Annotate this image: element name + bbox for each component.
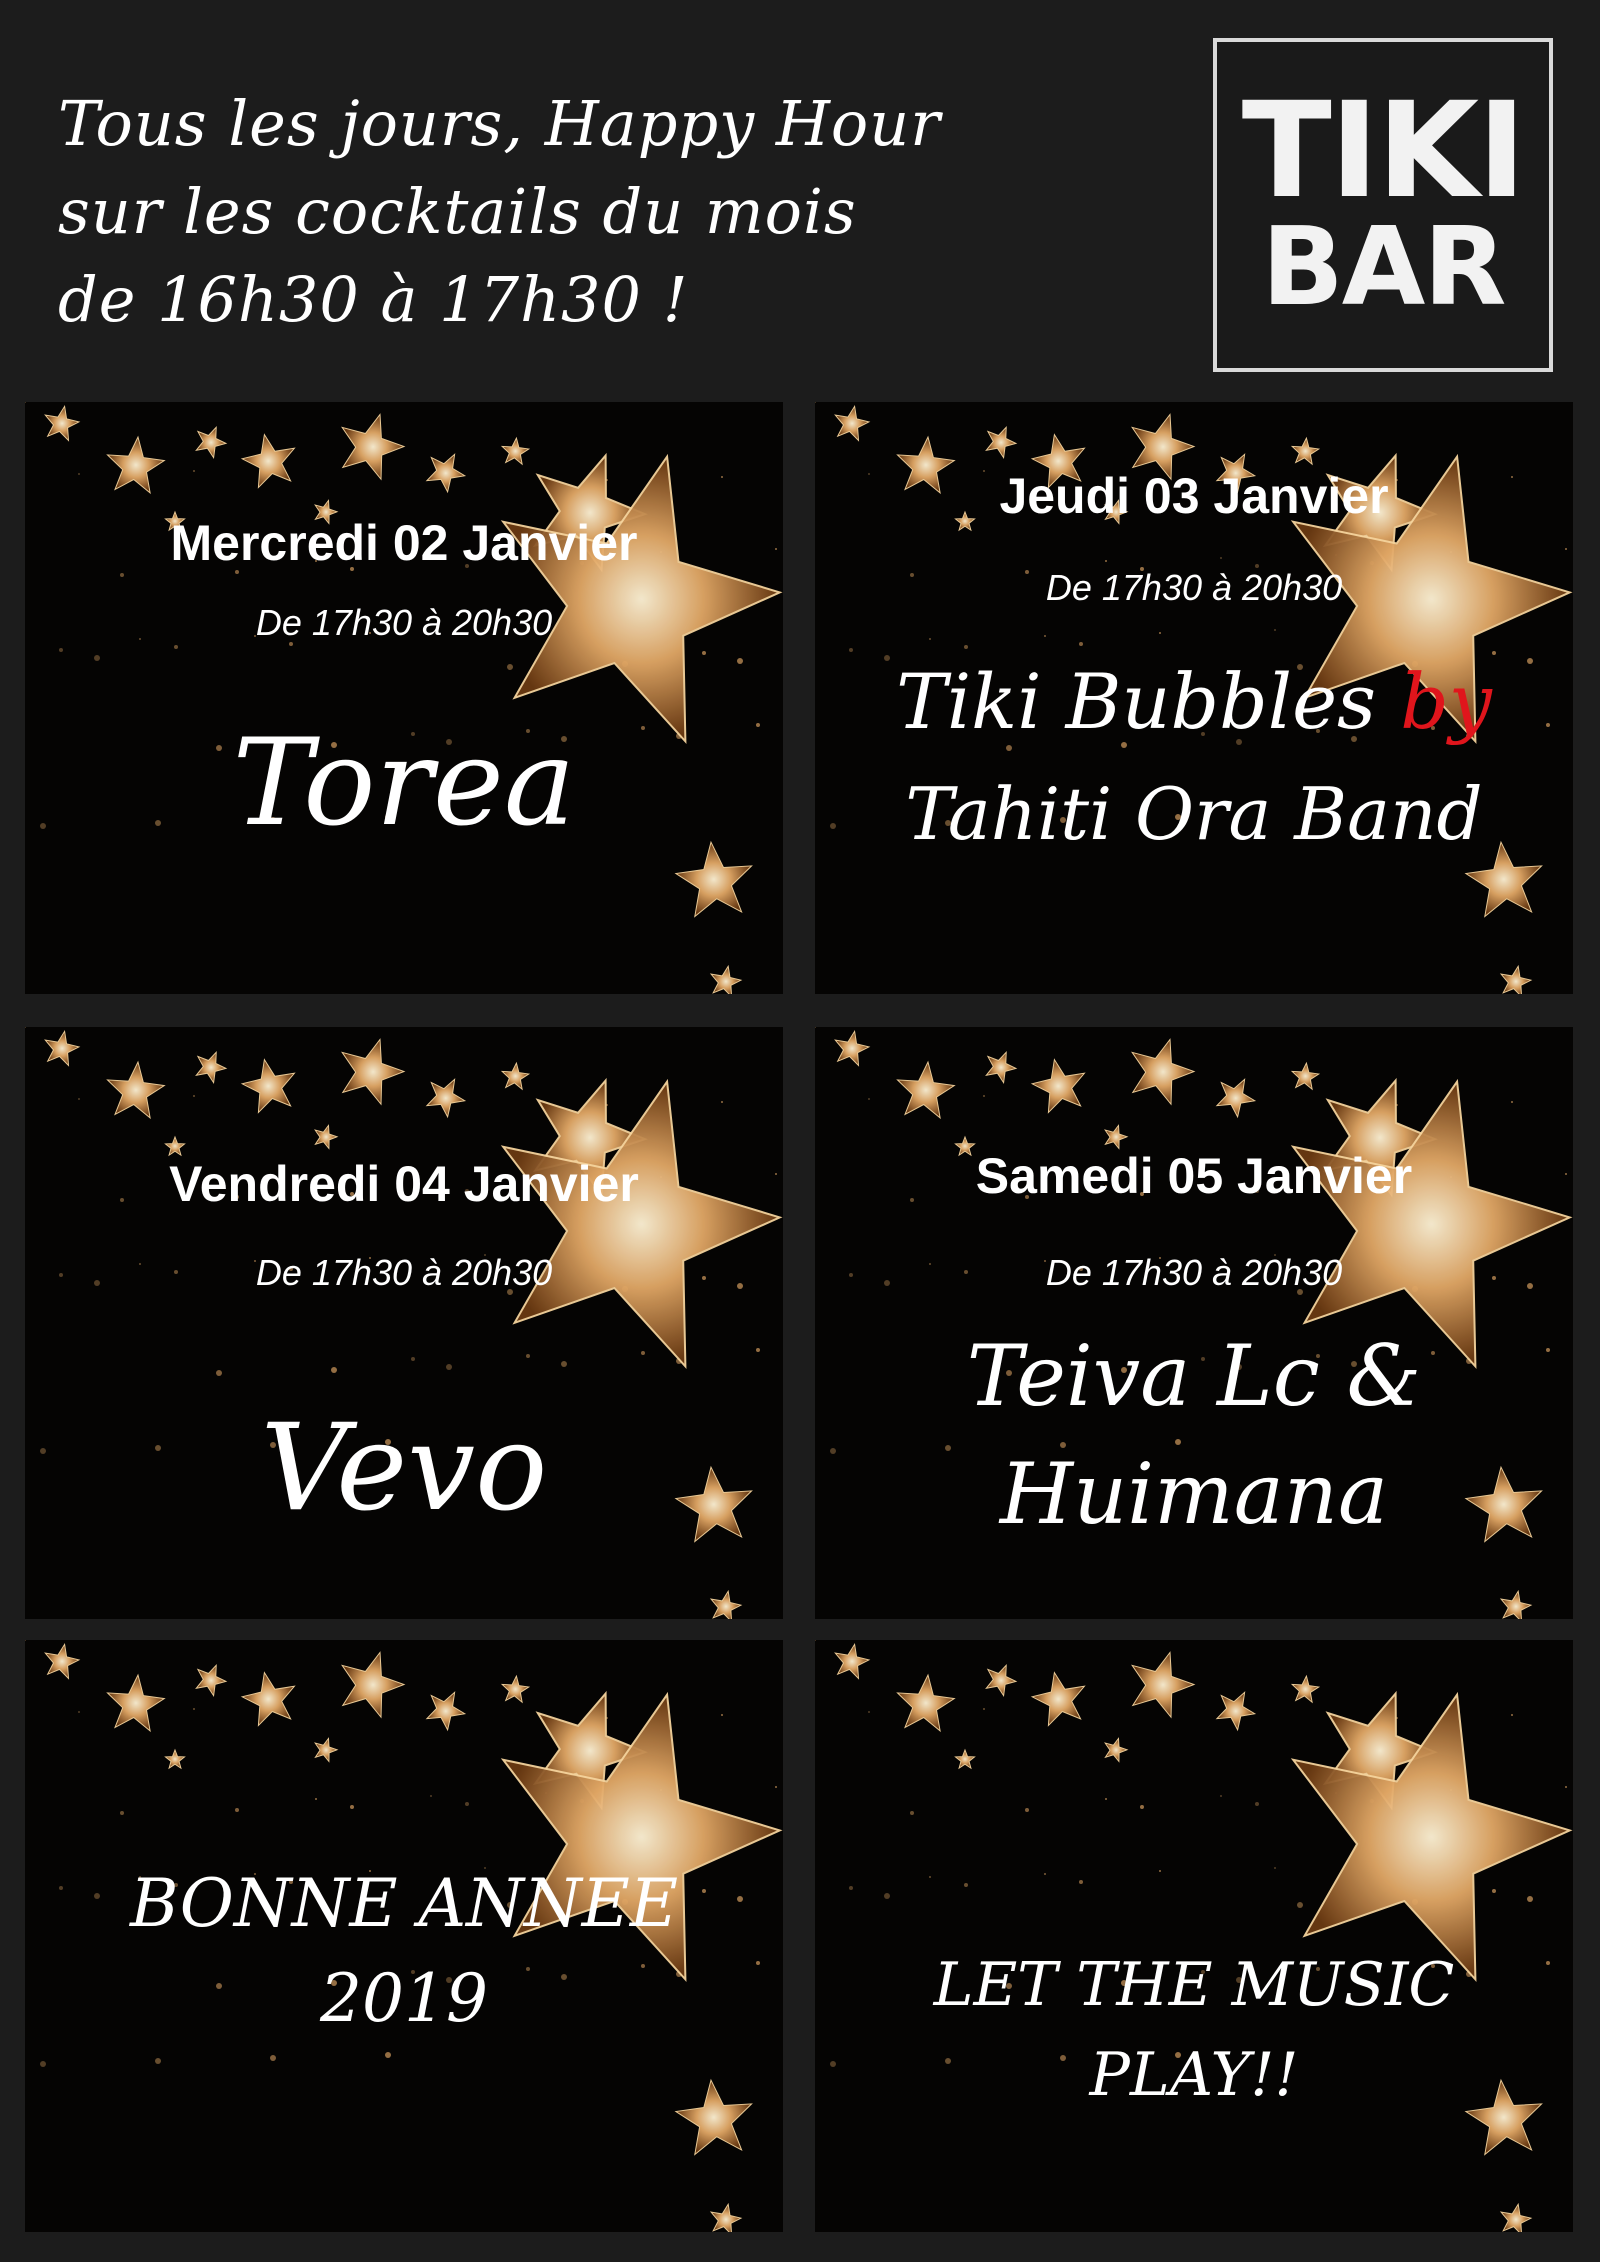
star-icon bbox=[896, 1673, 956, 1733]
star-icon bbox=[240, 1058, 296, 1114]
star-icon bbox=[195, 1663, 228, 1697]
star-icon bbox=[106, 1060, 166, 1120]
announcement-line-3: de 16h30 à 17h30 ! bbox=[58, 263, 689, 336]
star-icon bbox=[314, 1737, 339, 1763]
music-line-1: LET THE MUSIC bbox=[933, 1950, 1455, 2020]
event-artist: Vevo bbox=[260, 1399, 548, 1538]
star-icon bbox=[1215, 1691, 1257, 1732]
star-icon bbox=[341, 1038, 406, 1106]
star-icon bbox=[240, 1671, 296, 1727]
star-icon bbox=[341, 413, 406, 481]
star-icon bbox=[195, 1050, 228, 1084]
event-time: De 17h30 à 20h30 bbox=[255, 1252, 553, 1293]
event-panel-friday: Vendredi 04 Janvier De 17h30 à 20h30 Vev… bbox=[25, 1027, 783, 1619]
star-icon bbox=[164, 1135, 186, 1157]
event-artist-line-2: Huimana bbox=[999, 1445, 1389, 1543]
tiki-bar-logo: TIKI BAR bbox=[1213, 38, 1553, 372]
announcement-line-2: sur les cocktails du mois bbox=[58, 175, 857, 248]
star-icon bbox=[1290, 1078, 1573, 1370]
greeting-line-2: 2019 bbox=[320, 1960, 488, 2037]
star-icon bbox=[425, 1691, 467, 1732]
event-artist-line-2: Tahiti Ora Band bbox=[905, 772, 1483, 856]
star-icon bbox=[1215, 1078, 1257, 1119]
star-icon bbox=[1499, 2202, 1533, 2232]
star-icon bbox=[500, 1674, 531, 1704]
star-icon bbox=[341, 1651, 406, 1719]
greeting-line-1: BONNE ANNEE bbox=[129, 1865, 678, 1942]
artist-by: by bbox=[1400, 657, 1492, 746]
star-icon bbox=[1104, 1737, 1129, 1763]
star-icon bbox=[500, 1061, 531, 1091]
star-icon bbox=[44, 405, 81, 442]
event-panel-thursday: Jeudi 03 Janvier De 17h30 à 20h30 Tiki B… bbox=[815, 402, 1573, 994]
star-icon bbox=[1030, 1058, 1086, 1114]
star-icon bbox=[954, 1748, 976, 1770]
stars-decoration bbox=[25, 402, 783, 994]
star-icon bbox=[1290, 1061, 1321, 1091]
star-icon bbox=[834, 1030, 871, 1067]
stars-decoration bbox=[815, 1640, 1573, 2232]
star-icon bbox=[44, 1030, 81, 1067]
logo-line-1: TIKI bbox=[1241, 74, 1527, 228]
star-icon bbox=[1030, 1671, 1086, 1727]
star-icon bbox=[985, 425, 1018, 459]
event-date: Samedi 05 Janvier bbox=[975, 1148, 1413, 1204]
event-time: De 17h30 à 20h30 bbox=[1045, 1252, 1343, 1293]
star-icon bbox=[500, 436, 531, 466]
star-icon bbox=[674, 840, 753, 918]
logo-line-2: BAR bbox=[1261, 205, 1506, 330]
star-icon bbox=[1131, 1038, 1196, 1106]
star-icon bbox=[164, 1748, 186, 1770]
event-artist-line-1: Teiva Lc & bbox=[966, 1327, 1422, 1425]
star-icon bbox=[1104, 1124, 1129, 1150]
event-date: Mercredi 02 Janvier bbox=[170, 515, 638, 571]
star-icon bbox=[1131, 1651, 1196, 1719]
star-icon bbox=[425, 1078, 467, 1119]
star-icon bbox=[500, 1078, 783, 1370]
star-icon bbox=[1499, 964, 1533, 994]
happy-hour-announcement: Tous les jours, Happy Hour sur les cockt… bbox=[58, 80, 1158, 344]
event-panel-saturday: Samedi 05 Janvier De 17h30 à 20h30 Teiva… bbox=[815, 1027, 1573, 1619]
new-year-panel: BONNE ANNEE 2019 bbox=[25, 1640, 783, 2232]
star-icon bbox=[709, 2202, 743, 2232]
music-panel: LET THE MUSIC PLAY!! bbox=[815, 1640, 1573, 2232]
star-icon bbox=[1290, 1674, 1321, 1704]
star-icon bbox=[709, 1589, 743, 1619]
star-icon bbox=[1290, 436, 1321, 466]
star-icon bbox=[314, 1124, 339, 1150]
star-icon bbox=[985, 1050, 1018, 1084]
star-icon bbox=[709, 964, 743, 994]
music-line-2: PLAY!! bbox=[1089, 2040, 1299, 2110]
star-icon bbox=[834, 1643, 871, 1680]
star-icon bbox=[896, 1060, 956, 1120]
star-icon bbox=[425, 453, 467, 494]
event-date: Vendredi 04 Janvier bbox=[169, 1156, 639, 1212]
star-icon bbox=[1290, 1691, 1573, 1983]
star-icon bbox=[674, 2078, 753, 2156]
event-artist-line-1: Tiki Bubbles by bbox=[815, 657, 1573, 746]
star-icon bbox=[1499, 1589, 1533, 1619]
star-icon bbox=[834, 405, 871, 442]
artist-name: Tiki Bubbles bbox=[896, 657, 1377, 746]
event-artist: Torea bbox=[232, 714, 576, 853]
event-time: De 17h30 à 20h30 bbox=[255, 602, 553, 643]
star-icon bbox=[44, 1643, 81, 1680]
event-panel-wednesday: Mercredi 02 Janvier De 17h30 à 20h30 Tor… bbox=[25, 402, 783, 994]
star-icon bbox=[985, 1663, 1018, 1697]
star-icon bbox=[106, 1673, 166, 1733]
announcement-line-1: Tous les jours, Happy Hour bbox=[58, 87, 941, 160]
event-time: De 17h30 à 20h30 bbox=[1045, 567, 1343, 608]
star-icon bbox=[500, 453, 783, 745]
event-date: Jeudi 03 Janvier bbox=[999, 468, 1389, 524]
star-icon bbox=[240, 433, 296, 489]
star-icon bbox=[106, 435, 166, 495]
star-icon bbox=[195, 425, 228, 459]
